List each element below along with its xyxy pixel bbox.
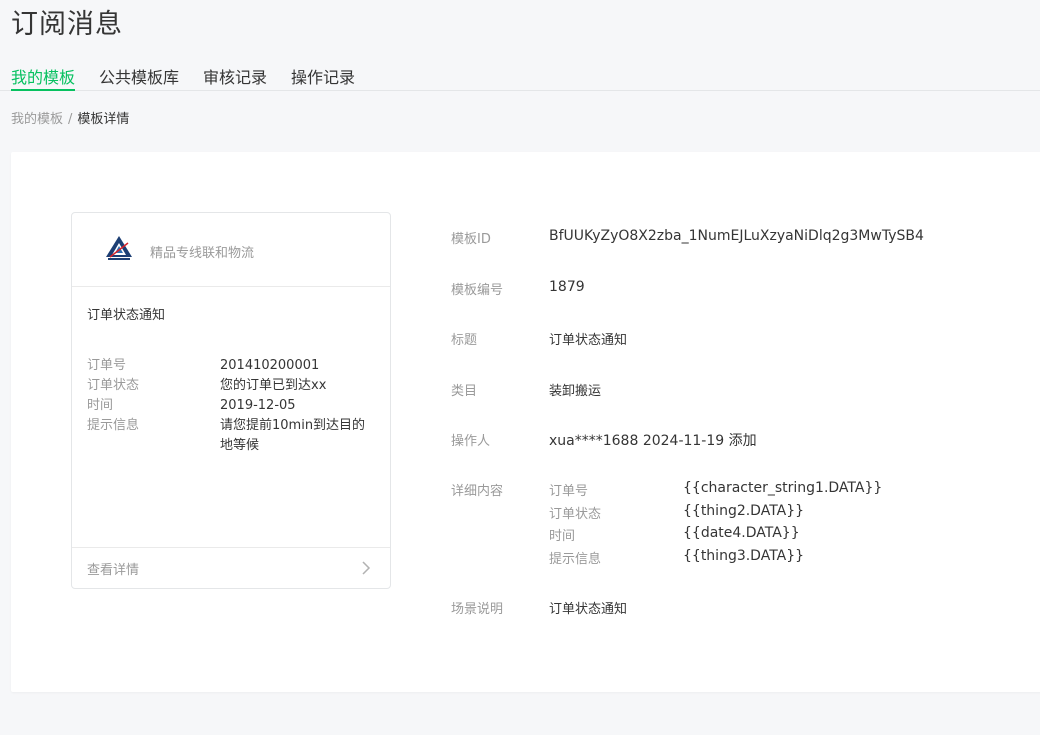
chevron-right-icon: [362, 561, 371, 575]
detail-label: 模板ID: [451, 232, 491, 247]
tab-my-templates[interactable]: 我的模板: [11, 64, 76, 91]
preview-field-key: 订单状态: [87, 378, 140, 393]
preview-card-header: 精品专线联和物流: [72, 213, 390, 287]
preview-field-row: 订单号 201410200001: [87, 356, 382, 376]
preview-field-value: 请您提前10min到达目的地等候: [220, 418, 366, 453]
breadcrumb-current: 模板详情: [77, 112, 130, 127]
preview-field-value: 201410200001: [220, 358, 320, 373]
detail-label: 类目: [451, 384, 478, 399]
content-field-value: {{thing3.DATA}}: [683, 548, 805, 564]
preview-field-value: 2019-12-05: [220, 398, 296, 413]
scene-value: 订单状态通知: [549, 602, 628, 617]
detail-panel: 精品专线联和物流 订单状态通知 订单号 201410200001 订单状态 您的…: [11, 152, 1040, 692]
preview-field-row: 时间 2019-12-05: [87, 396, 382, 416]
content-field-value: {{date4.DATA}}: [683, 525, 800, 541]
detail-label: 模板编号: [451, 283, 504, 298]
operator-value: xua****1688 2024-11-19 添加: [549, 433, 757, 449]
preview-field-key: 提示信息: [87, 418, 140, 433]
detail-label: 标题: [451, 333, 478, 348]
breadcrumb-separator: /: [68, 112, 73, 127]
content-field-value: {{character_string1.DATA}}: [683, 480, 883, 496]
detail-label: 操作人: [451, 434, 491, 449]
preview-field-row: 提示信息 请您提前10min到达目的地等候: [87, 416, 382, 456]
detail-label: 场景说明: [451, 602, 504, 617]
preview-field-key: 时间: [87, 398, 114, 413]
template-no-value: 1879: [549, 279, 585, 295]
detail-label: 详细内容: [451, 484, 504, 499]
breadcrumb-link-my-templates[interactable]: 我的模板: [11, 112, 63, 127]
breadcrumb: 我的模板 / 模板详情: [11, 108, 129, 127]
content-field-key: 订单状态: [549, 507, 602, 522]
template-id-value: BfUUKyZyO8X2zba_1NumEJLuXzyaNiDlq2g3MwTy…: [549, 228, 924, 244]
view-details-label: 查看详情: [87, 563, 140, 578]
view-details-link[interactable]: 查看详情: [72, 547, 390, 588]
title-value: 订单状态通知: [549, 333, 628, 348]
brand-name: 精品专线联和物流: [150, 246, 255, 261]
category-value: 装卸搬运: [549, 384, 602, 399]
content-field-key: 提示信息: [549, 552, 602, 567]
page-title: 订阅消息: [11, 9, 123, 40]
template-preview-card: 精品专线联和物流 订单状态通知 订单号 201410200001 订单状态 您的…: [71, 212, 391, 589]
tab-bar: 我的模板 公共模板库 审核记录 操作记录: [0, 58, 1040, 91]
tab-operation-records[interactable]: 操作记录: [291, 64, 355, 91]
preview-field-value: 您的订单已到达xx: [220, 378, 327, 393]
tab-review-records[interactable]: 审核记录: [203, 64, 267, 91]
preview-field-key: 订单号: [87, 358, 127, 373]
company-logo-icon: [106, 236, 132, 260]
preview-field-list: 订单号 201410200001 订单状态 您的订单已到达xx 时间 2019-…: [87, 356, 382, 456]
preview-field-row: 订单状态 您的订单已到达xx: [87, 376, 382, 396]
content-field-value: {{thing2.DATA}}: [683, 503, 805, 519]
preview-card-title: 订单状态通知: [87, 308, 166, 323]
content-field-key: 订单号: [549, 484, 589, 499]
tab-public-library[interactable]: 公共模板库: [99, 64, 179, 91]
content-field-key: 时间: [549, 529, 576, 544]
